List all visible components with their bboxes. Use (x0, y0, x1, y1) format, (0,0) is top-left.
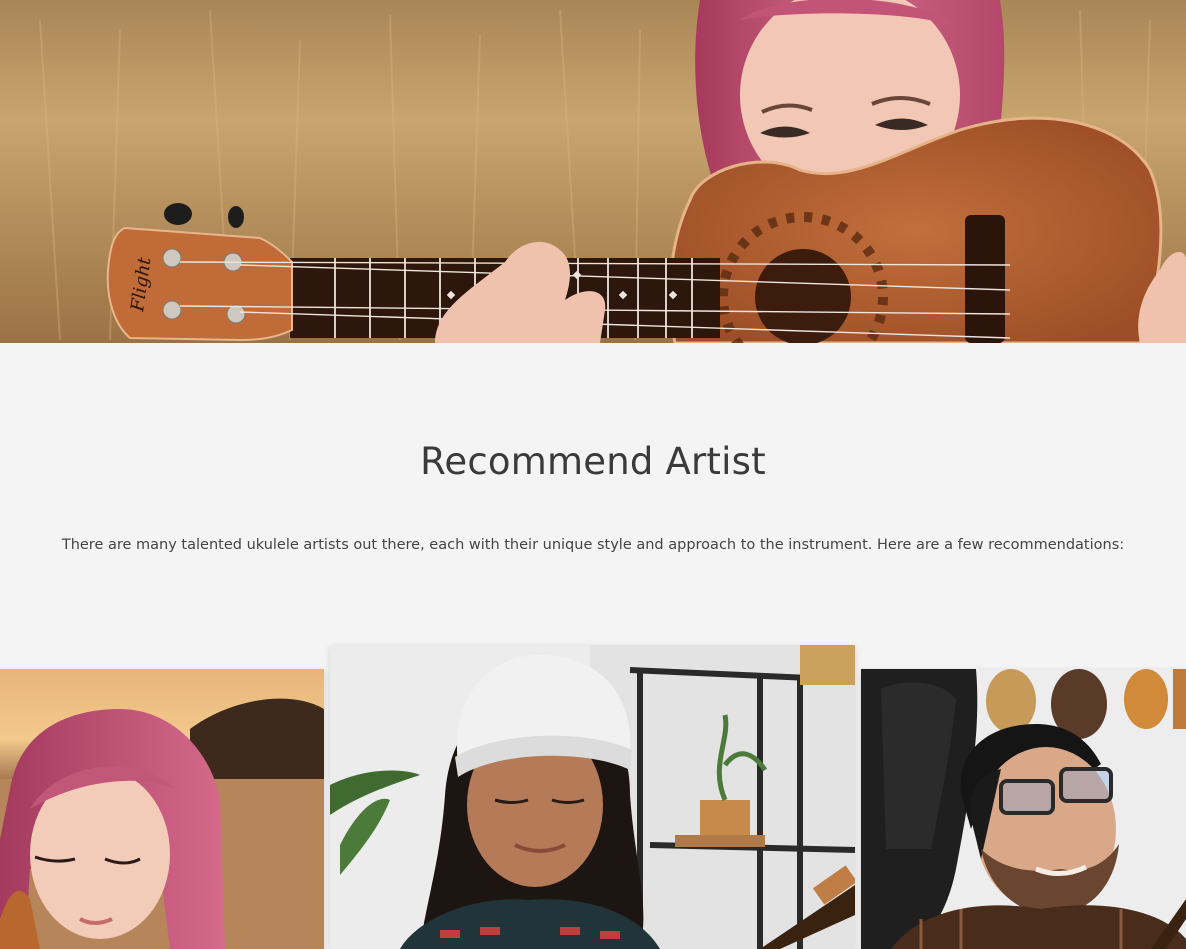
artist-card-3[interactable] (861, 669, 1186, 949)
hero-image: Flight (0, 0, 1186, 343)
artist-card-1[interactable] (0, 669, 324, 949)
hero-banner: Flight (0, 0, 1186, 343)
artist-photo-1 (0, 669, 324, 949)
section-title: Recommend Artist (420, 440, 766, 483)
artist-card-2[interactable] (330, 645, 855, 949)
artist-photo-3 (861, 669, 1186, 949)
artist-photo-2 (330, 645, 855, 949)
section-description: There are many talented ukulele artists … (61, 537, 1125, 553)
